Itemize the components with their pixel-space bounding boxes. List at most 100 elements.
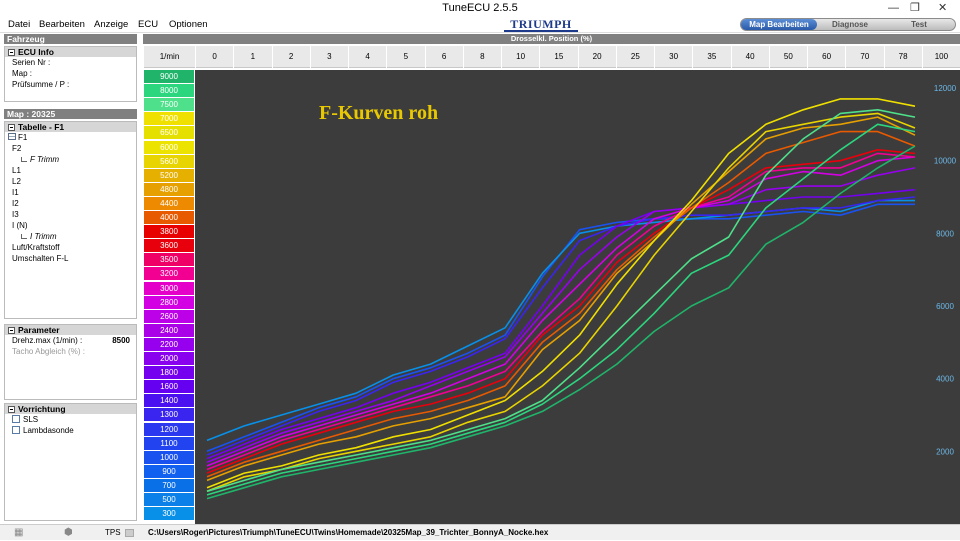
lambdasonde-checkbox[interactable] [12, 426, 20, 434]
rpm-row-label[interactable]: 1300 [144, 408, 194, 422]
sls-row[interactable]: SLS [5, 414, 136, 425]
rpm-row-label[interactable]: 3000 [144, 281, 194, 295]
rpm-row-label[interactable]: 500 [144, 493, 194, 506]
drehz-max-value[interactable]: 8500 [112, 335, 130, 346]
column-header[interactable]: 15 [539, 46, 577, 68]
rpm-row-label[interactable]: 1000 [144, 450, 194, 464]
table-item-f-trimm[interactable]: F Trimm [5, 154, 136, 165]
column-header[interactable]: 3 [309, 46, 348, 68]
tab-test[interactable]: Test [883, 19, 955, 30]
rpm-row-label[interactable]: 9000 [144, 70, 194, 83]
rpm-row-label[interactable]: 1800 [144, 366, 194, 380]
column-header[interactable]: 1 [233, 46, 271, 68]
left-panel: Fahrzeug ECU Info Serien Nr : Map : Prüf… [4, 34, 137, 524]
column-header[interactable]: 78 [883, 46, 922, 68]
table-item-i1[interactable]: I1 [5, 187, 136, 198]
menu-bearbeiten[interactable]: Bearbeiten [39, 18, 85, 31]
rpm-row-label[interactable]: 900 [144, 464, 194, 478]
vorrichtung-header[interactable]: Vorrichtung [5, 404, 136, 414]
rpm-row-label[interactable]: 6000 [144, 140, 194, 154]
rpm-row-label[interactable]: 2400 [144, 323, 194, 337]
table-item-l2[interactable]: L2 [5, 176, 136, 187]
table-item-i-n[interactable]: I (N) [5, 220, 136, 231]
sls-checkbox[interactable] [12, 415, 20, 423]
table-item-i-trimm[interactable]: I Trimm [5, 231, 136, 242]
table-item-luft-kraftstoff[interactable]: Luft/Kraftstoff [5, 242, 136, 253]
column-header[interactable]: 5 [386, 46, 424, 68]
column-header[interactable]: 35 [692, 46, 730, 68]
column-header[interactable]: 8 [462, 46, 501, 68]
rpm-row-label[interactable]: 1400 [144, 394, 194, 408]
menu-optionen[interactable]: Optionen [169, 18, 208, 31]
table-item-i3[interactable]: I3 [5, 209, 136, 220]
column-header[interactable]: 70 [845, 46, 883, 68]
column-header[interactable]: 60 [807, 46, 845, 68]
rpm-row-label[interactable]: 3600 [144, 239, 194, 253]
collapse-icon[interactable] [8, 49, 15, 56]
column-header[interactable]: 2 [271, 46, 310, 68]
rpm-row-label[interactable]: 1600 [144, 380, 194, 394]
column-header[interactable]: 30 [654, 46, 692, 68]
collapse-icon[interactable] [8, 406, 15, 413]
column-header[interactable]: 0 [195, 46, 233, 68]
tab-map-bearbeiten[interactable]: Map Bearbeiten [741, 19, 817, 30]
minimize-icon[interactable]: — [888, 0, 899, 16]
lambdasonde-row[interactable]: Lambdasonde [5, 425, 136, 436]
tps-label: TPS [105, 528, 121, 537]
rpm-row-label[interactable]: 3200 [144, 267, 194, 281]
rpm-row-label[interactable]: 2800 [144, 295, 194, 309]
rpm-row-label[interactable]: 1200 [144, 422, 194, 436]
collapse-icon[interactable] [8, 124, 15, 131]
rpm-row-label[interactable]: 3800 [144, 225, 194, 239]
column-header[interactable]: 25 [615, 46, 654, 68]
rpm-row-label[interactable]: 1100 [144, 436, 194, 450]
mode-tabs: Map Bearbeiten Diagnose Test [740, 18, 956, 31]
collapse-icon[interactable] [8, 327, 15, 334]
menu-ecu[interactable]: ECU [138, 18, 158, 31]
rpm-row-label[interactable]: 5200 [144, 168, 194, 182]
table-item-f1[interactable]: F1 [5, 132, 136, 143]
rpm-row-label[interactable]: 8000 [144, 84, 194, 98]
table-item-l1[interactable]: L1 [5, 165, 136, 176]
fuel-curve-plot[interactable]: 2000 4000 6000 8000 10000 12000 F-Kurven roh [195, 70, 960, 524]
tab-diagnose[interactable]: Diagnose [817, 19, 883, 30]
rpm-row-label[interactable]: 2200 [144, 337, 194, 351]
serial-label: Serien Nr : [12, 58, 51, 67]
rpm-row-label[interactable]: 6500 [144, 126, 194, 140]
menu-anzeige[interactable]: Anzeige [94, 18, 128, 31]
ecu-icon: ▦ [14, 527, 24, 538]
ecu-info-header[interactable]: ECU Info [5, 47, 136, 57]
parameter-header[interactable]: Parameter [5, 325, 136, 335]
map-label: Map : [12, 69, 33, 78]
subitem-icon [21, 157, 27, 162]
column-header[interactable]: 6 [424, 46, 463, 68]
rpm-row-label[interactable]: 7000 [144, 112, 194, 126]
rpm-row-label[interactable]: 7500 [144, 98, 194, 112]
fuel-curve-line [206, 196, 916, 456]
y-tick-label: 8000 [936, 229, 954, 238]
rpm-row-label[interactable]: 4800 [144, 182, 194, 196]
table-item-f2[interactable]: F2 [5, 143, 136, 154]
rpm-row-label[interactable]: 700 [144, 478, 194, 492]
subitem-icon [21, 234, 27, 239]
rpm-row-label[interactable]: 300 [144, 507, 194, 521]
column-header[interactable]: 50 [768, 46, 807, 68]
column-header[interactable]: 100 [921, 46, 960, 68]
drehz-max-row[interactable]: Drehz.max (1/min) :8500 [5, 335, 136, 346]
column-header[interactable]: 20 [577, 46, 616, 68]
rpm-row-label[interactable]: 4400 [144, 196, 194, 210]
table-item-umschalten[interactable]: Umschalten F-L [5, 253, 136, 264]
rpm-row-label[interactable]: 3500 [144, 253, 194, 267]
rpm-row-label[interactable]: 5600 [144, 154, 194, 168]
rpm-row-label[interactable]: 2600 [144, 309, 194, 323]
close-icon[interactable]: ✕ [938, 0, 947, 16]
table-item-i2[interactable]: I2 [5, 198, 136, 209]
column-header[interactable]: 4 [348, 46, 386, 68]
restore-icon[interactable]: ❐ [910, 0, 920, 16]
column-header[interactable]: 10 [501, 46, 539, 68]
column-header[interactable]: 40 [730, 46, 769, 68]
rpm-row-label[interactable]: 2000 [144, 352, 194, 365]
menu-datei[interactable]: Datei [8, 18, 30, 31]
rpm-row-label[interactable]: 4000 [144, 211, 194, 224]
tabelle-header[interactable]: Tabelle - F1 [5, 122, 136, 132]
